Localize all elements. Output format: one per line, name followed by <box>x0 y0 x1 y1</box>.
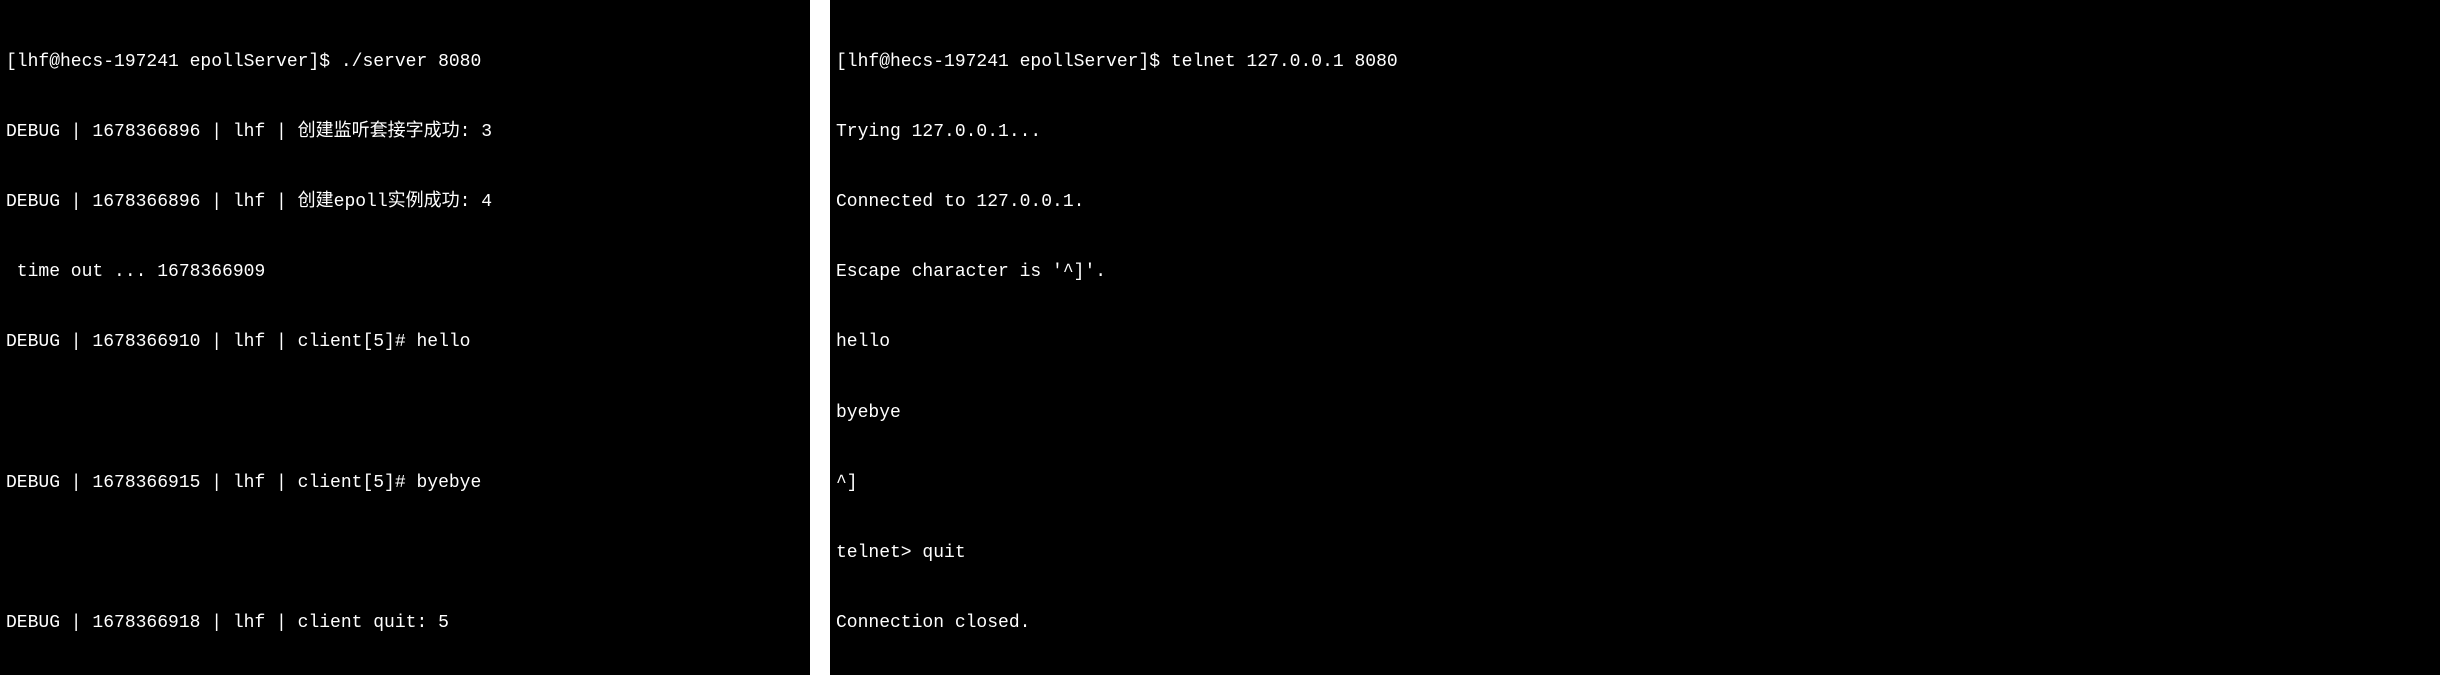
terminal-line: Trying 127.0.0.1... <box>836 121 2434 144</box>
terminal-right-pane[interactable]: [lhf@hecs-197241 epollServer]$ telnet 12… <box>830 0 2440 675</box>
terminal-line: [lhf@hecs-197241 epollServer]$ telnet 12… <box>836 51 2434 74</box>
terminal-line: DEBUG | 1678366915 | lhf | client[5]# by… <box>6 472 804 495</box>
terminal-line: Connected to 127.0.0.1. <box>836 191 2434 214</box>
terminal-line <box>6 402 804 425</box>
pane-divider <box>810 0 830 675</box>
terminal-line: hello <box>836 331 2434 354</box>
terminal-line <box>6 542 804 565</box>
terminal-line: Escape character is '^]'. <box>836 261 2434 284</box>
terminal-line: DEBUG | 1678366918 | lhf | client quit: … <box>6 612 804 635</box>
terminal-left-pane[interactable]: [lhf@hecs-197241 epollServer]$ ./server … <box>0 0 810 675</box>
terminal-line: time out ... 1678366909 <box>6 261 804 284</box>
terminal-line: Connection closed. <box>836 612 2434 635</box>
terminal-line: telnet> quit <box>836 542 2434 565</box>
terminal-line: DEBUG | 1678366896 | lhf | 创建epoll实例成功: … <box>6 191 804 214</box>
terminal-line: ^] <box>836 472 2434 495</box>
terminal-line: DEBUG | 1678366910 | lhf | client[5]# he… <box>6 331 804 354</box>
terminal-line: [lhf@hecs-197241 epollServer]$ ./server … <box>6 51 804 74</box>
terminal-line: DEBUG | 1678366896 | lhf | 创建监听套接字成功: 3 <box>6 121 804 144</box>
terminal-line: byebye <box>836 402 2434 425</box>
